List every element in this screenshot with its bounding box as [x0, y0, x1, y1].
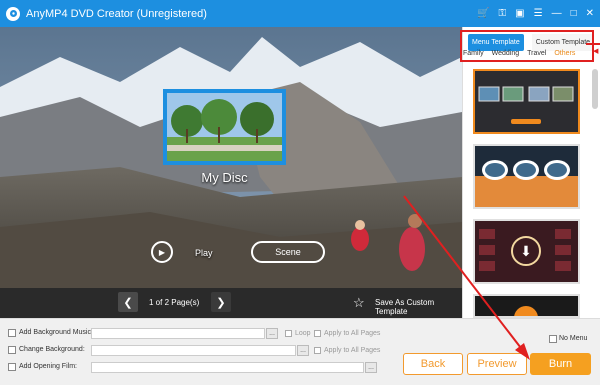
svg-text:⬇: ⬇ [520, 244, 532, 260]
change-background-browse-button[interactable]: ... [297, 345, 309, 356]
loop-checkbox[interactable] [285, 330, 292, 337]
no-menu-label: No Menu [559, 335, 588, 342]
loop-label: Loop [295, 330, 311, 337]
options-panel: Add Background Music: ... Loop Apply to … [0, 318, 600, 385]
burn-button[interactable]: Burn [530, 353, 591, 375]
template-card-4[interactable] [473, 294, 580, 318]
star-icon[interactable]: ☆ [353, 295, 365, 311]
template-scrollbar[interactable] [592, 69, 598, 109]
apply-music-all-checkbox[interactable] [314, 330, 321, 337]
opening-film-input[interactable] [91, 362, 364, 373]
background-music-input[interactable] [91, 328, 265, 339]
maximize-icon[interactable]: □ [571, 8, 577, 19]
previous-page-button[interactable]: ❮ [118, 292, 138, 312]
disc-title[interactable]: My Disc [163, 170, 286, 185]
apply-music-all-label: Apply to All Pages [324, 330, 381, 337]
window-title: AnyMP4 DVD Creator (Unregistered) [26, 7, 207, 20]
cart-icon[interactable]: 🛒 [477, 8, 489, 19]
apply-background-all-label: Apply to All Pages [324, 347, 381, 354]
background-music-checkbox[interactable] [8, 329, 16, 337]
change-background-input[interactable] [91, 345, 296, 356]
template-card-3[interactable]: ⬇ [473, 219, 580, 284]
no-menu-checkbox[interactable] [549, 335, 557, 343]
page-navigation: ❮ 1 of 2 Page(s) ❯ ☆ Save As Custom Temp… [0, 288, 462, 318]
change-background-label: Change Background: [19, 346, 85, 353]
template-panel: Menu Template Custom Template Family Wed… [462, 27, 600, 318]
chapter-thumbnail[interactable] [163, 89, 286, 165]
apply-background-all-checkbox[interactable] [314, 347, 321, 354]
next-page-button[interactable]: ❯ [211, 292, 231, 312]
close-icon[interactable]: ✕ [586, 8, 594, 19]
page-indicator: 1 of 2 Page(s) [149, 298, 200, 307]
back-button[interactable]: Back [403, 353, 463, 375]
opening-film-browse-button[interactable]: ... [365, 362, 377, 373]
opening-film-checkbox[interactable] [8, 363, 16, 371]
background-music-label: Add Background Music: [19, 329, 93, 336]
opening-film-label: Add Opening Film: [19, 363, 77, 370]
menu-preview: My Disc ▶ Play Scene [0, 27, 462, 288]
play-icon[interactable]: ▶ [151, 241, 173, 263]
preview-button[interactable]: Preview [467, 353, 527, 375]
minimize-icon[interactable]: — [552, 8, 562, 19]
key-icon[interactable]: ⚿ [499, 8, 507, 19]
save-icon[interactable]: ▣ [515, 8, 524, 19]
change-background-checkbox[interactable] [8, 346, 16, 354]
title-bar: AnyMP4 DVD Creator (Unregistered) 🛒 ⚿ ▣ … [0, 0, 600, 27]
play-label[interactable]: Play [195, 248, 213, 258]
template-card-2[interactable] [473, 144, 580, 209]
background-music-browse-button[interactable]: ... [266, 328, 278, 339]
save-custom-template-button[interactable]: Save As Custom Template [375, 298, 462, 316]
scene-button[interactable]: Scene [251, 241, 325, 263]
template-card-1[interactable] [473, 69, 580, 134]
menu-icon[interactable]: ☰ [534, 8, 543, 19]
app-logo-icon [6, 6, 20, 21]
template-tabs-highlight [460, 30, 594, 62]
